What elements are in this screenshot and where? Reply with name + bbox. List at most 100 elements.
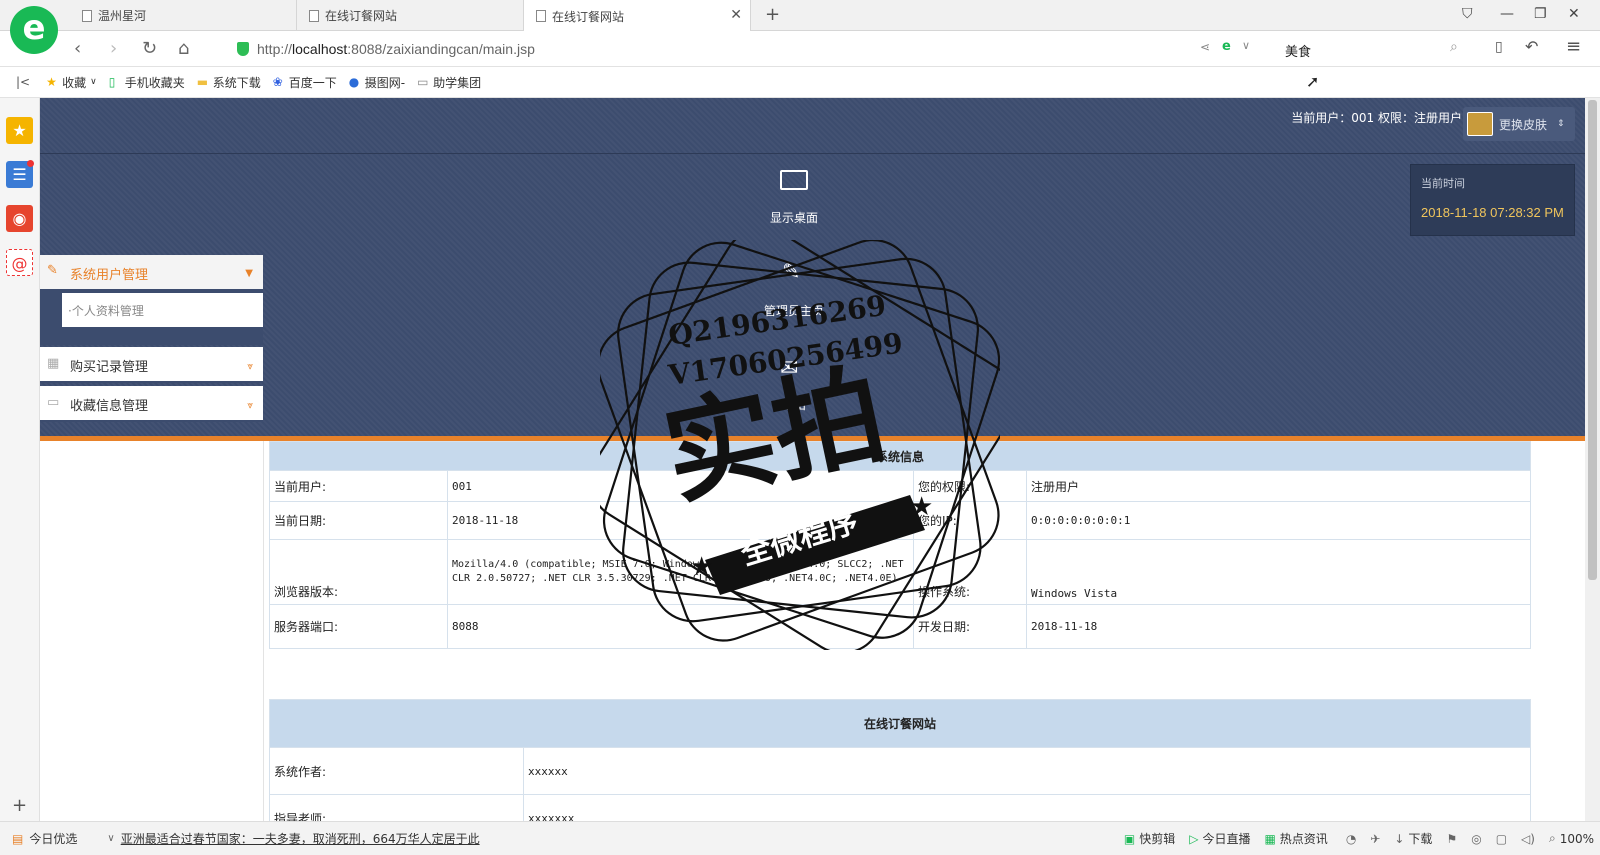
show-desktop-link[interactable]: 显示桌面 xyxy=(744,209,844,226)
new-tab-icon[interactable]: + xyxy=(765,4,780,25)
cell-value: 0:0:0:0:0:0:0:1 xyxy=(1026,501,1531,540)
flag-icon[interactable]: ⚑ xyxy=(1446,832,1457,846)
favorites-star-icon[interactable]: ★ xyxy=(6,117,33,144)
table-header-row: 在线订餐网站 xyxy=(269,699,1531,748)
menu-icon[interactable]: ≡ xyxy=(1566,36,1581,57)
header-divider xyxy=(40,153,1585,154)
cell-label: 当前用户: xyxy=(269,470,448,502)
sidebar-item-favorites[interactable]: ▭ 收藏信息管理 ⩔ xyxy=(40,386,263,422)
cell-value: 注册用户 xyxy=(1026,470,1531,502)
scrollbar-thumb[interactable] xyxy=(1588,100,1597,580)
document-icon xyxy=(536,10,546,22)
cell-value: Windows Vista xyxy=(1026,539,1531,605)
status-news-link[interactable]: 亚洲最适合过春节国家：一夫多妻，取消死刑，664万华人定居于此 xyxy=(121,830,480,847)
refresh-icon[interactable]: ↻ xyxy=(142,38,157,59)
pin-icon[interactable]: ✈ xyxy=(1370,832,1380,846)
bookmark-item[interactable]: ❀ 百度一下 xyxy=(273,74,337,91)
table-row: 当前用户: 001 您的权限: 注册用户 xyxy=(269,470,1531,502)
url-path: :8088/zaixiandingcan/main.jsp xyxy=(347,41,535,57)
bookmark-favorites[interactable]: ★ 收藏 ∨ xyxy=(46,74,97,91)
browser-tab-active[interactable]: 在线订餐网站 ✕ xyxy=(524,0,751,32)
status-item[interactable]: 快剪辑 xyxy=(1139,830,1175,847)
search-icon[interactable]: ⌕ xyxy=(1450,39,1458,55)
bookmark-item[interactable]: ▭ 助学集团 xyxy=(417,74,481,91)
site-info-table: 在线订餐网站 系统作者: xxxxxx 指导老师: xxxxxxx xyxy=(269,699,1531,835)
current-time-box: 当前时间 2018-11-18 07:28:32 PM xyxy=(1410,164,1575,236)
status-today-picks[interactable]: 今日优选 xyxy=(29,830,77,847)
cell-value: 001 xyxy=(447,470,914,502)
weibo-icon[interactable]: ◉ xyxy=(6,205,33,232)
browser-side-panel: ★ ☰ ◉ @ + xyxy=(0,98,40,835)
close-window-icon[interactable]: ✕ xyxy=(1568,6,1580,22)
status-item[interactable]: 今日直播 xyxy=(1202,830,1250,847)
cell-label: 操作系统: xyxy=(913,539,1027,605)
bookmark-label: 手机收藏夹 xyxy=(124,75,185,90)
table-row: 浏览器版本: Mozilla/4.0 (compatible; MSIE 7.0… xyxy=(269,539,1531,605)
status-item[interactable]: 热点资讯 xyxy=(1280,830,1328,847)
browser-tab[interactable]: 在线订餐网站 xyxy=(297,0,524,31)
shirt-icon[interactable]: ⛉ xyxy=(1462,6,1473,22)
browser-tab[interactable]: 温州星河 xyxy=(70,0,297,31)
sidebar-item-profile[interactable]: ·个人资料管理 xyxy=(62,293,263,327)
bookmarks-bar: |< ★ 收藏 ∨ ▯ 手机收藏夹 ▬ 系统下载 ❀ 百度一下 ● 摄图网- ▭ 助学集团 xyxy=(0,67,1600,98)
desktop-icon[interactable] xyxy=(780,170,808,190)
chevron-down-icon[interactable]: ∨ xyxy=(1242,39,1250,52)
search-input[interactable]: 美食 xyxy=(1285,41,1311,60)
close-tab-icon[interactable]: ✕ xyxy=(730,7,742,23)
engine-icon[interactable]: e xyxy=(1222,39,1231,54)
home-icon[interactable]: ⌂ xyxy=(178,38,189,59)
cell-label: 当前日期: xyxy=(269,501,448,540)
browser-logo-icon[interactable]: e xyxy=(10,6,58,54)
cell-label: 浏览器版本: xyxy=(269,539,448,605)
current-user-info: 当前用户：001 权限：注册用户 xyxy=(1291,111,1462,125)
collapse-sidebar-icon[interactable]: |< xyxy=(16,75,30,89)
back-icon[interactable]: ‹ xyxy=(74,38,81,59)
chevron-down-icon: ∨ xyxy=(107,833,115,844)
bookmark-label: 助学集团 xyxy=(433,75,482,90)
cell-label: 开发日期: xyxy=(913,604,1027,649)
change-skin-button[interactable]: 更换皮肤 ⇕ xyxy=(1463,107,1575,141)
email-icon[interactable]: @ xyxy=(6,249,33,276)
restore-icon[interactable]: ❐ xyxy=(1534,6,1547,22)
notification-dot xyxy=(27,160,34,167)
globe-icon: ● xyxy=(348,75,360,89)
minimize-icon[interactable]: — xyxy=(1500,6,1514,22)
double-caret-down-icon: ⩔ xyxy=(247,400,253,411)
bookmark-item[interactable]: ▯ 手机收藏夹 xyxy=(109,74,185,91)
share-icon[interactable]: ⋖ xyxy=(1200,40,1210,54)
add-icon[interactable]: + xyxy=(12,795,27,816)
sidebar-item-purchases[interactable]: ▦ 购买记录管理 ⩔ xyxy=(40,347,263,383)
pencil-icon[interactable]: ✎ xyxy=(782,260,800,285)
url-field[interactable]: http://localhost:8088/zaixiandingcan/mai… xyxy=(237,37,1197,61)
document-icon xyxy=(82,9,92,22)
undo-icon[interactable]: ↶ xyxy=(1525,37,1538,56)
envelope-icon[interactable]: ✉ xyxy=(780,356,798,381)
cell-label: 您的IP: xyxy=(913,501,1027,540)
logout-link[interactable]: 退出 xyxy=(744,396,844,413)
sidebar-item-user-management[interactable]: ✎ 系统用户管理 ▼ xyxy=(40,255,263,291)
forward-icon[interactable]: › xyxy=(110,38,117,59)
browser-status-bar: ▤ 今日优选 ∨ 亚洲最适合过春节国家：一夫多妻，取消死刑，664万华人定居于此… xyxy=(0,821,1600,855)
volume-icon[interactable]: ◁) xyxy=(1521,832,1535,846)
status-item[interactable]: 下载 xyxy=(1408,830,1432,847)
table-row: 系统作者: xxxxxx xyxy=(269,747,1531,795)
cell-label: 服务器端口: xyxy=(269,604,448,649)
clip-icon: ▣ xyxy=(1123,831,1136,846)
cell-value: 2018-11-18 xyxy=(1026,604,1531,649)
url-prefix: http:// xyxy=(257,41,293,57)
vertical-scrollbar[interactable] xyxy=(1585,98,1600,821)
zoom-level[interactable]: 100% xyxy=(1560,832,1594,846)
bookmark-label: 百度一下 xyxy=(288,75,337,90)
mobile-icon[interactable]: ▯ xyxy=(1495,39,1503,55)
window-icon[interactable]: ▢ xyxy=(1496,832,1507,846)
download-icon: ↓ xyxy=(1394,831,1405,846)
bookmark-item[interactable]: ● 摄图网- xyxy=(349,74,405,91)
speed-icon[interactable]: ◔ xyxy=(1346,832,1356,846)
document-icon: ▭ xyxy=(417,75,429,89)
admin-home-link[interactable]: 管理员主页 xyxy=(744,302,844,319)
folder-icon: ▬ xyxy=(196,75,209,89)
bookmark-item[interactable]: ▬ 系统下载 xyxy=(197,74,261,91)
globe-icon[interactable]: ◎ xyxy=(1471,832,1481,846)
browser-tab-bar: 温州星河 在线订餐网站 在线订餐网站 ✕ + ⛉ — ❐ ✕ xyxy=(0,0,1600,32)
mouse-cursor-icon: ➚ xyxy=(1306,72,1320,91)
